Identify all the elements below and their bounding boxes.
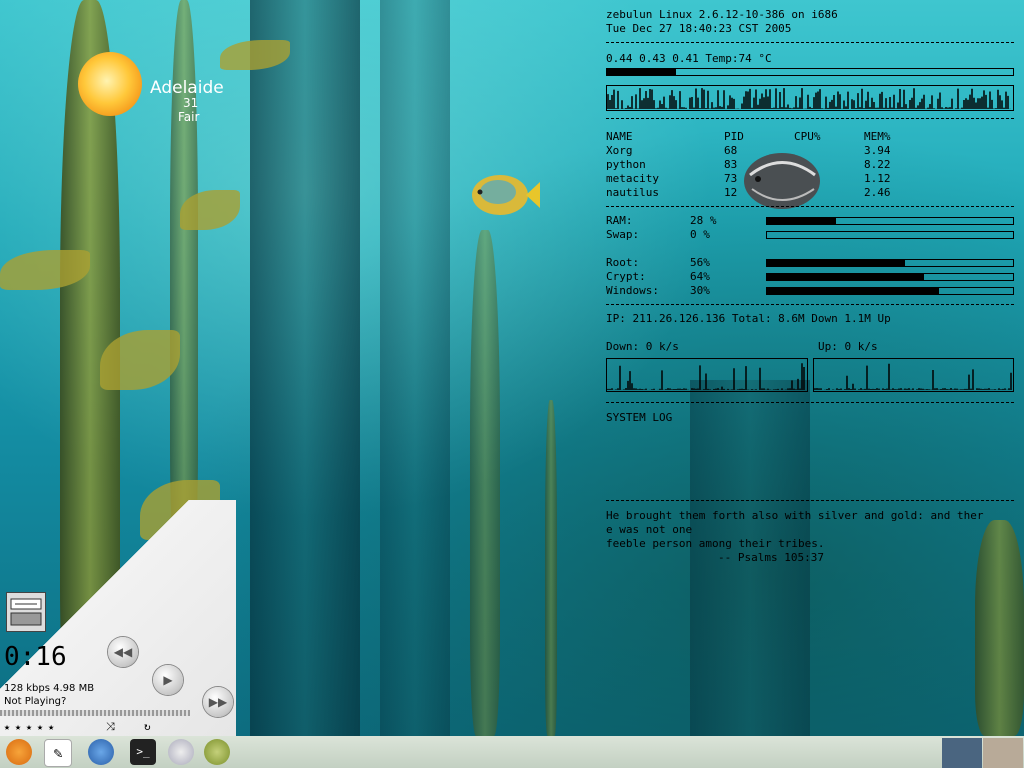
process-pid: 83 <box>724 158 738 171</box>
media-player: 0:16 128 kbps 4.98 MB Not Playing? ★★★★★… <box>0 500 236 736</box>
swap-label: Swap: <box>606 228 640 241</box>
radio-icon[interactable] <box>6 592 46 632</box>
graph-trace <box>814 363 1012 390</box>
divider <box>606 402 1014 403</box>
ram-bar-fill <box>767 218 836 224</box>
system-log-title: SYSTEM LOG <box>606 411 673 424</box>
bottom-panel: ✎ >_ <box>0 736 1024 768</box>
system-header: zebulun Linux 2.6.12-10-386 on i686 <box>606 8 838 21</box>
ram-label: RAM: <box>606 214 633 227</box>
fast-forward-button[interactable]: ▶▶ <box>203 687 233 717</box>
cpu-bar-fill <box>607 69 677 75</box>
process-name: metacity <box>606 172 659 185</box>
disk-crypt-bar <box>766 273 1014 281</box>
rewind-button[interactable]: ◀◀ <box>108 637 138 667</box>
terminal-icon[interactable]: >_ <box>130 739 156 765</box>
process-mem: 1.12 <box>864 172 891 185</box>
repeat-icon[interactable]: ↻ <box>144 720 151 733</box>
download-speed: Down: 0 k/s <box>606 340 679 353</box>
weather-widget: Adelaide 31 Fair <box>76 50 236 130</box>
ubuntu-menu-icon[interactable] <box>6 739 32 765</box>
playback-status: Not Playing? <box>4 696 67 707</box>
process-pid: 68 <box>724 144 738 157</box>
disk-windows-label: Windows: <box>606 284 659 297</box>
weather-condition: Fair <box>178 110 200 124</box>
divider <box>606 42 1014 43</box>
network-summary: IP: 211.26.126.136 Total: 8.6M Down 1.1M… <box>606 312 891 325</box>
quote-line: He brought them forth also with silver a… <box>606 509 984 522</box>
graph-trace <box>607 363 805 390</box>
cpu-graph <box>606 85 1014 111</box>
play-icon: ▶ <box>163 673 173 687</box>
swap-bar <box>766 231 1014 239</box>
track-bitrate-size: 128 kbps 4.98 MB <box>4 683 95 694</box>
load-average: 0.44 0.43 0.41 Temp:74 °C <box>606 52 772 65</box>
workspace-1[interactable] <box>942 738 982 768</box>
divider <box>606 118 1014 119</box>
quote-line: feeble person among their tribes. <box>606 537 825 550</box>
weather-temperature: 31 <box>183 96 199 110</box>
process-header-row: NAME PID CPU% MEM% <box>606 130 1014 144</box>
swap-value: 0 % <box>690 228 710 241</box>
process-col-mem: MEM% <box>864 130 891 143</box>
cpu-bar <box>606 68 1014 76</box>
workspace-2[interactable] <box>983 738 1023 768</box>
upload-speed: Up: 0 k/s <box>818 340 878 353</box>
shuffle-icon[interactable]: ⤨ <box>106 720 115 734</box>
disk-windows-value: 30% <box>690 284 710 297</box>
disk-windows-bar <box>766 287 1014 295</box>
yellow-fish-decoration <box>472 175 540 215</box>
process-row: Xorg 68 3.94 <box>606 144 1014 158</box>
disk-crypt-label: Crypt: <box>606 270 646 283</box>
weather-city: Adelaide <box>150 78 224 98</box>
process-mem: 2.46 <box>864 186 891 199</box>
process-row: metacity 73 1.12 <box>606 172 1014 186</box>
process-mem: 8.22 <box>864 158 891 171</box>
apple-icon[interactable] <box>204 739 230 765</box>
ram-bar <box>766 217 1014 225</box>
process-row: python 83 8.22 <box>606 158 1014 172</box>
divider <box>606 500 1014 501</box>
disk-root-label: Root: <box>606 256 640 269</box>
disk-windows-bar-fill <box>767 288 940 294</box>
quote-line: e was not one <box>606 523 693 536</box>
sun-icon <box>78 52 142 116</box>
divider <box>606 304 1014 305</box>
rewind-icon: ◀◀ <box>113 645 133 659</box>
playback-time: 0:16 <box>4 642 67 672</box>
firefox-icon[interactable] <box>88 739 114 765</box>
disk-crypt-value: 64% <box>690 270 710 283</box>
disk-root-value: 56% <box>690 256 710 269</box>
process-col-cpu: CPU% <box>794 130 821 143</box>
process-name: Xorg <box>606 144 633 157</box>
process-name: python <box>606 158 646 171</box>
rating-stars[interactable]: ★★★★★ <box>4 722 59 733</box>
seek-bar[interactable] <box>0 710 190 716</box>
process-pid: 73 <box>724 172 738 185</box>
process-pid: 12 <box>724 186 738 199</box>
process-name: nautilus <box>606 186 659 199</box>
ram-value: 28 % <box>690 214 717 227</box>
disk-root-bar <box>766 259 1014 267</box>
browser-icon[interactable] <box>168 739 194 765</box>
disk-crypt-bar-fill <box>767 274 925 280</box>
disk-root-bar-fill <box>767 260 905 266</box>
process-mem: 3.94 <box>864 144 891 157</box>
upload-graph <box>813 358 1014 392</box>
text-editor-icon[interactable]: ✎ <box>44 739 72 767</box>
process-row: nautilus 12 2.46 <box>606 186 1014 200</box>
download-graph <box>606 358 808 392</box>
process-col-name: NAME <box>606 130 633 143</box>
graph-trace <box>607 88 1011 109</box>
quote-source: -- Psalms 105:37 <box>718 551 824 564</box>
process-col-pid: PID <box>724 130 744 143</box>
system-datetime: Tue Dec 27 18:40:23 CST 2005 <box>606 22 792 35</box>
fast-forward-icon: ▶▶ <box>208 695 228 709</box>
play-button[interactable]: ▶ <box>153 665 183 695</box>
divider <box>606 206 1014 207</box>
